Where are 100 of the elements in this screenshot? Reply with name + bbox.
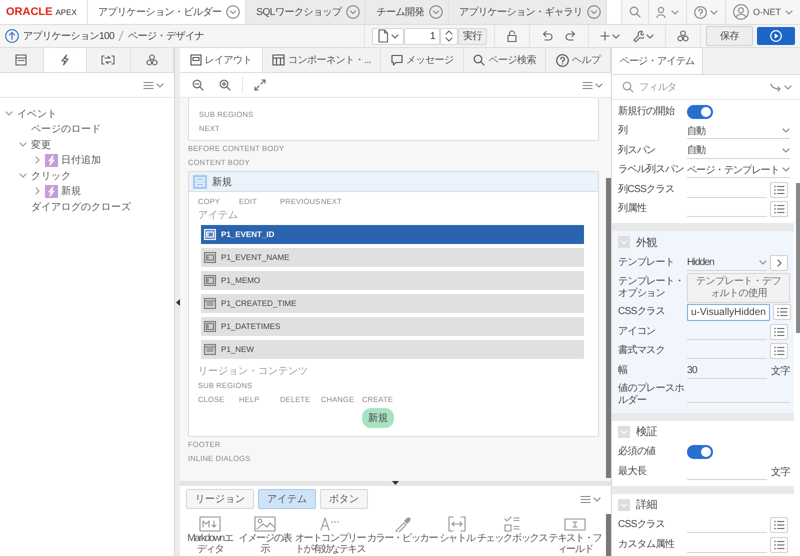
grid-icon: [272, 54, 286, 66]
tree-item[interactable]: 日付追加: [0, 152, 174, 168]
chevron-right-icon: [776, 258, 782, 267]
calendar-icon: [204, 344, 216, 355]
panel-tab[interactable]: [44, 48, 87, 72]
tree-item[interactable]: ダイアログのクローズ: [0, 199, 174, 214]
list-icon: [773, 184, 785, 195]
property-label: テンプレート: [618, 256, 676, 270]
gallery-item[interactable]: カラー・ピッカー: [366, 516, 438, 544]
group-title: 検証: [636, 425, 657, 439]
nav-tab[interactable]: アプリケーション・ギャラリ: [448, 0, 606, 24]
chevron-down-icon: [595, 82, 603, 88]
menu-button[interactable]: [143, 80, 164, 90]
help-button[interactable]: [686, 0, 725, 24]
breadcrumb-link[interactable]: アプリケーション100: [23, 29, 114, 43]
user-menu-button[interactable]: [648, 0, 686, 24]
gallery-item[interactable]: Markdownエディタ: [184, 516, 236, 555]
panel-tab[interactable]: メッセージ: [381, 48, 464, 72]
page-item[interactable]: P1_MEMO: [201, 271, 584, 290]
list-icon: [773, 326, 785, 337]
list-button[interactable]: [770, 343, 788, 360]
avatar-icon: [733, 4, 749, 20]
panel-tab[interactable]: ヘルプ: [546, 48, 611, 72]
property-label: カスタム属性: [618, 538, 676, 552]
panel-tab[interactable]: ページ検索: [464, 48, 546, 72]
tree-item[interactable]: イベント: [0, 106, 174, 122]
tree-item[interactable]: クリック: [0, 168, 174, 184]
select-field[interactable]: Hidden: [687, 254, 767, 271]
list-icon: [773, 540, 785, 550]
select-field[interactable]: ページ・テンプレート: [687, 162, 790, 178]
scrollbar[interactable]: [606, 178, 611, 478]
page-item[interactable]: P1_EVENT_ID: [201, 225, 584, 244]
save-button[interactable]: 保存: [706, 26, 753, 46]
page-item[interactable]: P1_CREATED_TIME: [201, 294, 584, 313]
toggle-switch[interactable]: [687, 104, 713, 119]
property-label: 書式マスク: [618, 344, 666, 358]
run-button[interactable]: [757, 27, 795, 45]
select-field[interactable]: 自動: [687, 123, 790, 140]
play-icon: [770, 30, 782, 42]
gallery-item[interactable]: テキスト・フィールド: [548, 516, 602, 555]
search-icon: [473, 54, 486, 66]
nav-tab[interactable]: チーム開発: [365, 0, 448, 24]
page-button[interactable]: 新規: [362, 408, 394, 428]
panel-tab[interactable]: ページ・アイテム: [612, 48, 703, 74]
filter-field[interactable]: フィルタ: [639, 82, 765, 92]
spinner-button[interactable]: [440, 28, 458, 44]
list-button[interactable]: [770, 324, 788, 340]
chevron-down-icon: [710, 10, 718, 14]
gallery-tab[interactable]: リージョン: [186, 489, 254, 509]
template-options-button[interactable]: テンプレート・デフォルトの使用: [687, 272, 790, 302]
arrows-box-icon: [101, 54, 116, 66]
gallery-item[interactable]: チェックボックス: [476, 516, 548, 544]
go-button[interactable]: 実行: [458, 28, 487, 44]
menu-button[interactable]: [582, 80, 603, 90]
input-field[interactable]: 30: [687, 362, 767, 379]
layout-icon: [15, 54, 28, 66]
list-button[interactable]: [772, 304, 791, 320]
go-button[interactable]: [770, 254, 788, 271]
search-button[interactable]: [621, 0, 648, 24]
up-button[interactable]: [5, 29, 19, 43]
tree-item[interactable]: ページのロード: [0, 122, 174, 137]
gallery-item[interactable]: オートコンプリートが有効なテキス: [294, 516, 366, 555]
panel-tab[interactable]: レイアウト: [180, 48, 263, 72]
text-field-icon: [204, 252, 216, 263]
page-item[interactable]: P1_DATETIMES: [201, 317, 584, 336]
page-item[interactable]: P1_EVENT_NAME: [201, 248, 584, 267]
scrollbar[interactable]: [796, 183, 800, 333]
toggle-switch[interactable]: [687, 445, 713, 460]
panel-tab[interactable]: コンポーネント・...: [262, 48, 382, 72]
menu-icon: [143, 80, 154, 90]
gallery-item[interactable]: イメージの表示: [236, 516, 294, 555]
list-icon: [773, 346, 785, 356]
shapes-icon: [677, 30, 689, 42]
page-number-field[interactable]: 1: [404, 28, 440, 44]
undo-icon: [541, 30, 553, 42]
input-field[interactable]: u-VisuallyHidden: [687, 304, 770, 321]
tree-item[interactable]: 新規: [0, 184, 174, 199]
help-icon: [694, 6, 707, 18]
gallery-item[interactable]: シャトル: [438, 516, 476, 544]
gallery-tab[interactable]: ボタン: [320, 489, 368, 509]
list-icon: [773, 204, 785, 214]
page-icon: [377, 29, 389, 43]
list-button[interactable]: [770, 517, 788, 534]
page-selector-button[interactable]: [372, 28, 404, 44]
scrollbar[interactable]: [606, 514, 611, 556]
list-button[interactable]: [770, 536, 788, 553]
tree-item[interactable]: 変更: [0, 137, 174, 152]
unit-label: 文字: [770, 466, 790, 479]
menu-button[interactable]: [580, 494, 601, 504]
go-to-group-button[interactable]: [770, 82, 792, 92]
nav-tab[interactable]: アプリケーション・ビルダー: [86, 0, 246, 24]
text-field-icon: [204, 229, 216, 240]
gallery-tab[interactable]: アイテム: [258, 489, 316, 509]
nav-tab[interactable]: SQLワークショップ: [245, 0, 366, 24]
list-button[interactable]: [770, 182, 788, 198]
page-item[interactable]: P1_NEW: [201, 340, 584, 359]
account-button[interactable]: O-NET: [725, 0, 800, 24]
select-field[interactable]: 自動: [687, 142, 790, 159]
list-button[interactable]: [770, 201, 788, 218]
chevron-down-icon: [782, 148, 790, 153]
